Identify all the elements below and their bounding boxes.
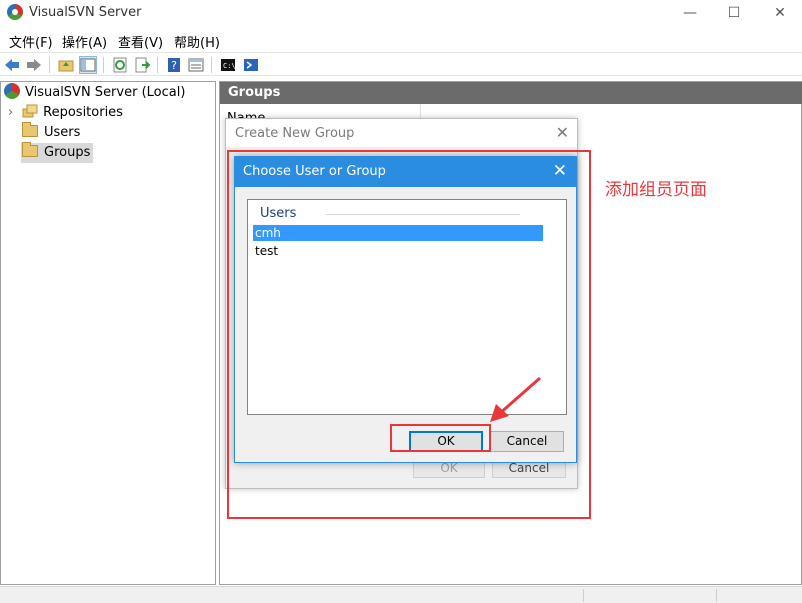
- properties-icon[interactable]: [188, 57, 204, 73]
- toolbar-separator: [211, 57, 212, 73]
- tree-item-label: Groups: [44, 145, 91, 160]
- column-header-name[interactable]: Name: [227, 108, 287, 118]
- tree-root[interactable]: VisualSVN Server (Local): [4, 83, 185, 103]
- create-dialog-close-icon[interactable]: ✕: [556, 123, 569, 142]
- up-folder-icon[interactable]: [58, 57, 74, 73]
- menu-view[interactable]: 查看(V): [118, 32, 163, 51]
- tree-item-label: Users: [44, 125, 81, 140]
- refresh-icon[interactable]: [112, 57, 128, 73]
- close-window-button[interactable]: ✕: [769, 3, 791, 23]
- back-arrow-icon[interactable]: [4, 57, 20, 73]
- folder-icon: [22, 122, 38, 137]
- help-icon[interactable]: ?: [166, 57, 182, 73]
- tree-pane: VisualSVN Server (Local) › Repositories …: [0, 81, 216, 585]
- menu-action[interactable]: 操作(A): [62, 32, 107, 51]
- toolbar: ? C:\: [0, 52, 802, 76]
- title-bar: VisualSVN Server — ☐ ✕: [0, 0, 802, 27]
- content-header: Groups: [220, 82, 802, 104]
- menu-help[interactable]: 帮助(H): [174, 32, 220, 51]
- maximize-button[interactable]: ☐: [723, 3, 745, 23]
- status-divider: [583, 589, 584, 602]
- toolbar-separator: [157, 57, 158, 73]
- menu-file[interactable]: 文件(F): [9, 32, 53, 51]
- svg-text:?: ?: [171, 59, 177, 72]
- visualsvn-logo-icon: [7, 4, 23, 20]
- tree-item-repositories[interactable]: › Repositories: [8, 103, 123, 123]
- toolbar-separator: [49, 57, 50, 73]
- powershell-icon[interactable]: [243, 57, 259, 73]
- annotation-ok-highlight: [390, 424, 491, 452]
- minimize-button[interactable]: —: [679, 3, 701, 23]
- tree-item-users[interactable]: Users: [22, 122, 81, 143]
- export-icon[interactable]: [134, 57, 150, 73]
- status-bar: [0, 586, 802, 603]
- repositories-icon: [22, 104, 38, 118]
- tree-item-label: Repositories: [43, 105, 123, 120]
- create-dialog-titlebar: Create New Group ✕: [226, 119, 577, 147]
- show-tree-icon[interactable]: [79, 56, 97, 74]
- window-title: VisualSVN Server: [29, 5, 142, 20]
- annotation-highlight-box: [227, 150, 591, 519]
- folder-icon: [22, 142, 38, 157]
- column-divider: [420, 104, 421, 118]
- forward-arrow-icon[interactable]: [26, 57, 42, 73]
- create-dialog-title: Create New Group: [235, 126, 355, 141]
- svg-text:C:\: C:\: [223, 62, 236, 70]
- expander-chevron-icon[interactable]: ›: [8, 103, 18, 123]
- menu-bar: 文件(F) 操作(A) 查看(V) 帮助(H): [0, 28, 802, 51]
- tree-item-groups[interactable]: Groups: [21, 142, 94, 163]
- visualsvn-server-icon: [4, 83, 20, 99]
- console-icon[interactable]: C:\: [220, 57, 236, 73]
- toolbar-separator: [103, 57, 104, 73]
- annotation-label: 添加组员页面: [605, 180, 707, 200]
- annotation-arrow-icon: [490, 376, 541, 422]
- tree-root-label: VisualSVN Server (Local): [25, 85, 186, 100]
- status-divider: [716, 589, 717, 602]
